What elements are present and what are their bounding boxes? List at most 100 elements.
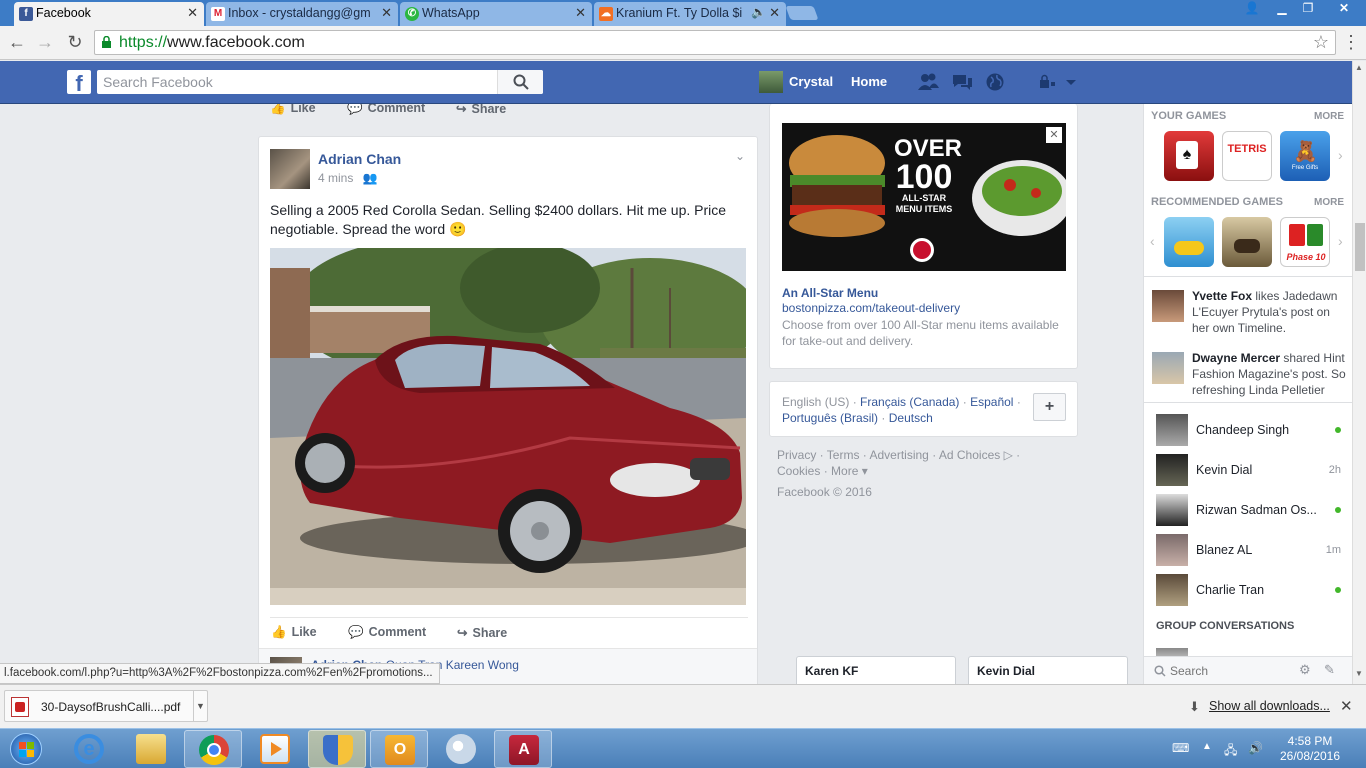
facebook-logo-icon[interactable]: f [67, 70, 91, 96]
post-photo[interactable] [270, 248, 746, 605]
gear-icon[interactable]: ⚙ [1299, 662, 1311, 678]
new-tab-button[interactable] [785, 6, 819, 20]
keyboard-icon[interactable]: ⌨ [1172, 741, 1189, 755]
post-time[interactable]: 4 mins [318, 171, 353, 185]
show-hidden-icons-icon[interactable]: ▲ [1202, 741, 1212, 752]
tab-whatsapp[interactable]: ✆ WhatsApp ✕ [400, 2, 592, 26]
profile-link[interactable]: Crystal [759, 70, 833, 94]
post-author[interactable]: Adrian Chan [318, 151, 401, 167]
ad-image[interactable]: OVER 100 ALL-STAR MENU ITEMS ✕ [782, 123, 1066, 271]
tab-gmail[interactable]: M Inbox - crystaldangg@gm ✕ [206, 2, 398, 26]
share-button[interactable]: ↪ Share [457, 625, 507, 640]
cookies-link[interactable]: Cookies [777, 464, 820, 478]
ad-title[interactable]: An All-Star Menu [782, 286, 878, 300]
taskbar-outlook[interactable]: O [370, 730, 428, 768]
farm-game-icon[interactable] [1222, 217, 1272, 267]
profile-icon[interactable]: 👤 [1238, 0, 1266, 18]
volume-icon[interactable]: 🔊 [1248, 741, 1263, 755]
more-link[interactable]: More [831, 464, 858, 478]
bookmark-star-icon[interactable]: ☆ [1313, 32, 1329, 53]
next-chevron-right-icon[interactable]: › [1338, 233, 1343, 249]
minimize-button[interactable]: ▁ [1268, 0, 1296, 18]
close-tab-icon[interactable]: ✕ [575, 5, 586, 21]
system-clock[interactable]: 4:58 PM 26/08/2016 [1270, 734, 1350, 764]
show-all-downloads-link[interactable]: Show all downloads... [1209, 699, 1330, 713]
back-button[interactable]: ← [6, 31, 28, 53]
contact-row[interactable]: Kevin Dial 2h [1156, 454, 1341, 486]
chat-tab[interactable]: Kevin Dial [968, 656, 1128, 684]
prev-chevron-left-icon[interactable]: ‹ [1150, 233, 1155, 249]
taskbar-security[interactable] [308, 730, 366, 768]
scrollbar-thumb[interactable] [1355, 223, 1365, 271]
chat-tab[interactable]: Karen KF [796, 656, 956, 684]
start-button[interactable] [4, 729, 48, 768]
download-item[interactable]: 30-DaysofBrushCalli....pdf ▼ [4, 690, 208, 722]
privacy-shortcuts-icon[interactable] [1039, 72, 1061, 92]
taskbar-file-explorer[interactable] [122, 730, 180, 768]
contact-row[interactable]: Charlie Tran [1156, 574, 1341, 606]
next-chevron-right-icon[interactable]: › [1338, 147, 1343, 163]
contact-row[interactable]: Chandeep Singh [1156, 414, 1341, 446]
close-tab-icon[interactable]: ✕ [381, 5, 392, 21]
forward-button[interactable]: → [34, 31, 56, 53]
download-options-chevron-down-icon[interactable]: ▼ [193, 691, 207, 721]
chrome-menu-icon[interactable]: ⋮ [1342, 32, 1360, 53]
taskbar-paint[interactable] [432, 730, 490, 768]
like-button[interactable]: 👍 Like [270, 104, 316, 116]
messages-icon[interactable] [951, 72, 973, 92]
advertising-link[interactable]: Advertising [869, 448, 928, 462]
ticker-story[interactable]: Dwayne Mercer shared Hint Fashion Magazi… [1152, 350, 1347, 398]
new-message-icon[interactable]: ✎ [1324, 662, 1335, 678]
comment-button[interactable]: 💬 Comment [347, 104, 425, 116]
search-button[interactable] [497, 70, 543, 94]
close-tab-icon[interactable]: ✕ [187, 5, 198, 21]
language-link[interactable]: Deutsch [889, 411, 933, 425]
privacy-link[interactable]: Privacy [777, 448, 816, 462]
scroll-down-icon[interactable]: ▼ [1355, 669, 1363, 678]
poker-game-icon[interactable]: ♠ [1164, 131, 1214, 181]
tab-soundcloud[interactable]: ☁ Kranium Ft. Ty Dolla $i 🔈 ✕ [594, 2, 786, 26]
taskbar-internet-explorer[interactable]: e [60, 730, 118, 768]
taskbar-access[interactable]: A [494, 730, 552, 768]
account-menu-chevron-down-icon[interactable] [1064, 72, 1078, 92]
search-input[interactable] [103, 72, 493, 92]
contact-row[interactable]: Rizwan Sadman Os... [1156, 494, 1341, 526]
boat-game-icon[interactable] [1164, 217, 1214, 267]
more-recommended-link[interactable]: MORE [1314, 197, 1344, 208]
address-bar[interactable]: https://www.facebook.com ☆ [94, 30, 1336, 55]
post-options-chevron-down-icon[interactable]: ⌄ [735, 149, 745, 163]
phase10-game-icon[interactable]: Phase 10 [1280, 217, 1330, 267]
more-games-link[interactable]: MORE [1314, 111, 1344, 122]
close-ad-icon[interactable]: ✕ [1046, 127, 1062, 143]
chat-search-input[interactable] [1170, 662, 1290, 680]
ad-choices-link[interactable]: Ad Choices [939, 448, 1000, 462]
reload-button[interactable]: ↻ [64, 31, 86, 53]
tetris-game-icon[interactable]: TETRIS [1222, 131, 1272, 181]
network-icon[interactable]: 🖧 [1224, 741, 1237, 762]
close-window-button[interactable]: ✕ [1326, 0, 1362, 18]
author-avatar[interactable] [270, 149, 310, 189]
home-link[interactable]: Home [851, 70, 887, 94]
close-downloads-bar-icon[interactable]: ✕ [1340, 697, 1353, 715]
close-tab-icon[interactable]: ✕ [769, 5, 780, 21]
taskbar-chrome[interactable] [184, 730, 242, 768]
free-gifts-icon[interactable]: 🧸 Free Gifts [1280, 131, 1330, 181]
like-button[interactable]: 👍 Like [271, 625, 317, 640]
ad-domain[interactable]: bostonpizza.com/takeout-delivery [782, 301, 960, 315]
notifications-globe-icon[interactable] [985, 72, 1007, 92]
restore-button[interactable]: ❐ [1294, 0, 1322, 18]
share-button[interactable]: ↪ Share [456, 104, 506, 116]
scroll-up-icon[interactable]: ▲ [1355, 63, 1363, 72]
page-scrollbar[interactable]: ▲ ▼ [1352, 61, 1366, 684]
add-language-button[interactable]: + [1033, 393, 1066, 421]
friend-requests-icon[interactable] [917, 72, 939, 92]
terms-link[interactable]: Terms [827, 448, 860, 462]
contact-row[interactable]: Blanez AL 1m [1156, 534, 1341, 566]
tab-facebook[interactable]: f Facebook ✕ [14, 2, 204, 26]
language-link[interactable]: Français (Canada) [860, 395, 959, 409]
comment-button[interactable]: 💬 Comment [348, 625, 426, 640]
language-link[interactable]: Español [970, 395, 1013, 409]
ticker-story[interactable]: Yvette Fox likes Jadedawn L'Ecuyer Prytu… [1152, 288, 1347, 338]
language-link[interactable]: Português (Brasil) [782, 411, 878, 425]
audience-friends-icon[interactable]: 👥 [363, 171, 378, 185]
